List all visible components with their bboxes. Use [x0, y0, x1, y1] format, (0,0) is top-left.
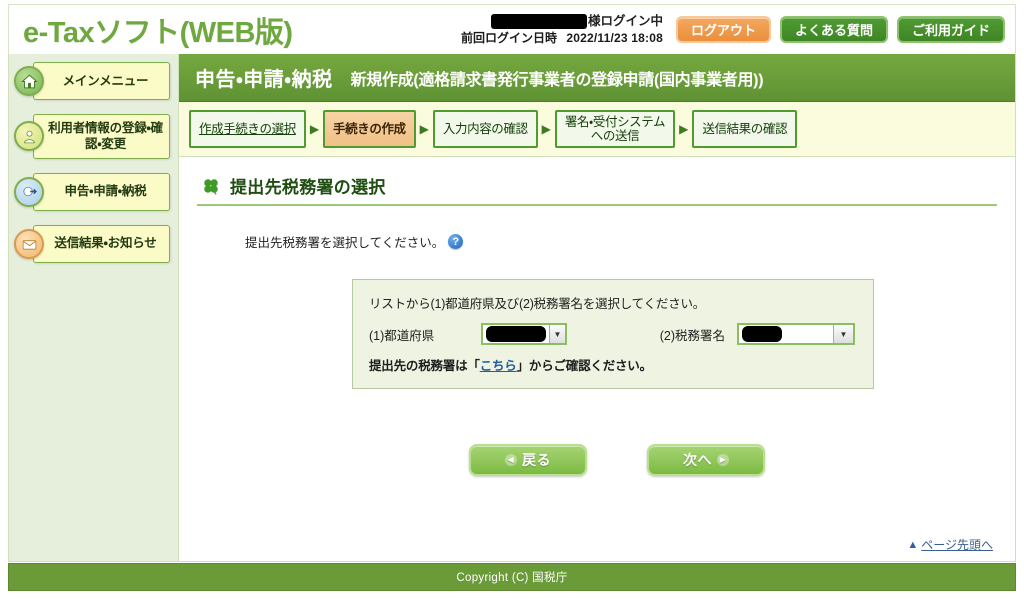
step-separator-icon: ▶: [309, 122, 320, 136]
back-arrow-icon: ◀: [505, 454, 517, 466]
office-lookup-link[interactable]: こちら: [480, 359, 517, 373]
faq-button[interactable]: よくある質問: [779, 16, 888, 43]
instruction-text: 提出先税務署を選択してください。: [245, 236, 445, 250]
help-icon[interactable]: ?: [448, 234, 464, 249]
next-button[interactable]: 次へ ▶: [647, 444, 765, 476]
panel-lead-text: リストから(1)都道府県及び(2)税務署名を選択してください。: [369, 297, 706, 311]
prefecture-select[interactable]: ▼: [481, 323, 567, 345]
step-separator-icon: ▶: [419, 122, 429, 136]
office-note: 提出先の税務署は「こちら」からご確認ください。: [369, 355, 857, 374]
sidebar-item-label: 送信結果・お知らせ: [54, 236, 157, 251]
back-button-label: 戻る: [522, 452, 551, 468]
up-arrow-icon: ▲: [907, 538, 919, 551]
tax-office-value: [739, 325, 833, 343]
step-create-procedure[interactable]: 手続きの作成: [323, 110, 416, 148]
page-frame: メインメニュー 利用者情報の登録・確認・変更 申告・申請・納税 送信結果・お知ら…: [8, 54, 1016, 562]
tax-office-label: (2)税務署名: [659, 328, 725, 343]
etax-page: e-Taxソフト(WEB版) 様ログイン中 前回ログイン日時 2022/11/2…: [0, 0, 1024, 599]
home-icon: [14, 66, 44, 96]
section-header: 提出先税務署の選択: [197, 173, 997, 206]
note-after-text: 」からご確認ください。: [516, 359, 653, 373]
sidebar-item-label: 申告・申請・納税: [64, 184, 147, 199]
selection-row: (1)都道府県 ▼ (2)税務署名 ▼: [369, 323, 857, 345]
prefecture-value: [483, 325, 549, 343]
last-login-time: 2022/11/23 18:08: [566, 30, 663, 45]
user-icon: [14, 121, 44, 152]
last-login-label: 前回ログイン日時: [460, 30, 557, 45]
user-guide-button[interactable]: ご利用ガイド: [896, 16, 1005, 43]
step-confirm-result[interactable]: 送信結果の確認: [692, 110, 798, 148]
chevron-down-icon[interactable]: ▼: [833, 325, 853, 343]
sidebar-item-main-menu[interactable]: メインメニュー: [14, 62, 170, 100]
redacted-prefecture-value: [486, 326, 546, 342]
copyright-text: Copyright (C) 国税庁: [456, 572, 568, 584]
page-title: 申告・申請・納税: [195, 69, 333, 91]
header-right-group: 様ログイン中 前回ログイン日時 2022/11/23 18:08 ログアウト よ…: [461, 13, 1005, 46]
step-navigation: 作成手続きの選択 ▶ 手続きの作成 ▶ 入力内容の確認 ▶ 署名・受付システム …: [179, 102, 1015, 157]
back-to-top-link[interactable]: ▲ ページ先頭へ: [907, 536, 993, 553]
page-subtitle: 新規作成(適格請求書発行事業者の登録申請(国内事業者用)): [350, 71, 764, 89]
action-buttons: ◀ 戻る 次へ ▶: [197, 444, 997, 476]
tax-office-select[interactable]: ▼: [737, 323, 855, 345]
redacted-user-name: [490, 13, 587, 29]
sidebar-item-filing[interactable]: 申告・申請・納税: [14, 172, 170, 211]
mail-icon: [14, 228, 44, 259]
app-logo: e-Taxソフト(WEB版): [23, 16, 293, 49]
login-info: 様ログイン中 前回ログイン日時 2022/11/23 18:08: [461, 13, 663, 46]
app-header: e-Taxソフト(WEB版) 様ログイン中 前回ログイン日時 2022/11/2…: [8, 4, 1016, 54]
redacted-tax-office-value: [742, 326, 782, 342]
arrow-icon: [14, 176, 44, 207]
sidebar-item-user-info[interactable]: 利用者情報の登録・確認・変更: [14, 114, 170, 159]
step-select-procedure[interactable]: 作成手続きの選択: [189, 110, 306, 148]
step-separator-icon: ▶: [541, 122, 551, 136]
page-title-bar: 申告・申請・納税 新規作成(適格請求書発行事業者の登録申請(国内事業者用)): [179, 54, 1015, 102]
sidebar: メインメニュー 利用者情報の登録・確認・変更 申告・申請・納税 送信結果・お知ら…: [9, 54, 179, 561]
step-confirm-input[interactable]: 入力内容の確認: [432, 110, 538, 148]
last-login: 前回ログイン日時 2022/11/23 18:08: [461, 30, 663, 46]
chevron-down-icon[interactable]: ▼: [549, 325, 565, 343]
next-arrow-icon: ▶: [717, 454, 729, 466]
step-sign-and-send[interactable]: 署名・受付システム への送信: [554, 110, 676, 148]
instruction-row: 提出先税務署を選択してください。 ?: [245, 232, 997, 251]
logout-button[interactable]: ログアウト: [675, 16, 771, 43]
next-button-label: 次へ: [683, 452, 712, 468]
page-footer: Copyright (C) 国税庁: [8, 563, 1016, 591]
login-status: 様ログイン中: [490, 13, 663, 30]
login-status-text: 様ログイン中: [587, 13, 663, 28]
content-area: 提出先税務署の選択 提出先税務署を選択してください。 ? リストから(1)都道府…: [179, 157, 1015, 561]
prefecture-label: (1)都道府県: [369, 328, 435, 343]
main-area: 申告・申請・納税 新規作成(適格請求書発行事業者の登録申請(国内事業者用)) 作…: [179, 54, 1015, 561]
sidebar-item-label: メインメニュー: [62, 73, 149, 88]
step-separator-icon: ▶: [679, 122, 689, 136]
office-selection-panel: リストから(1)都道府県及び(2)税務署名を選択してください。 (1)都道府県 …: [352, 279, 874, 389]
back-button[interactable]: ◀ 戻る: [469, 444, 587, 476]
note-before-text: 提出先の税務署は「: [369, 359, 480, 373]
back-to-top-label: ページ先頭へ: [921, 538, 993, 552]
sidebar-item-label: 利用者情報の登録・確認・変更: [48, 121, 163, 152]
section-title: 提出先税務署の選択: [230, 178, 386, 197]
sidebar-item-results[interactable]: 送信結果・お知らせ: [14, 224, 170, 263]
clover-icon: [201, 176, 221, 196]
